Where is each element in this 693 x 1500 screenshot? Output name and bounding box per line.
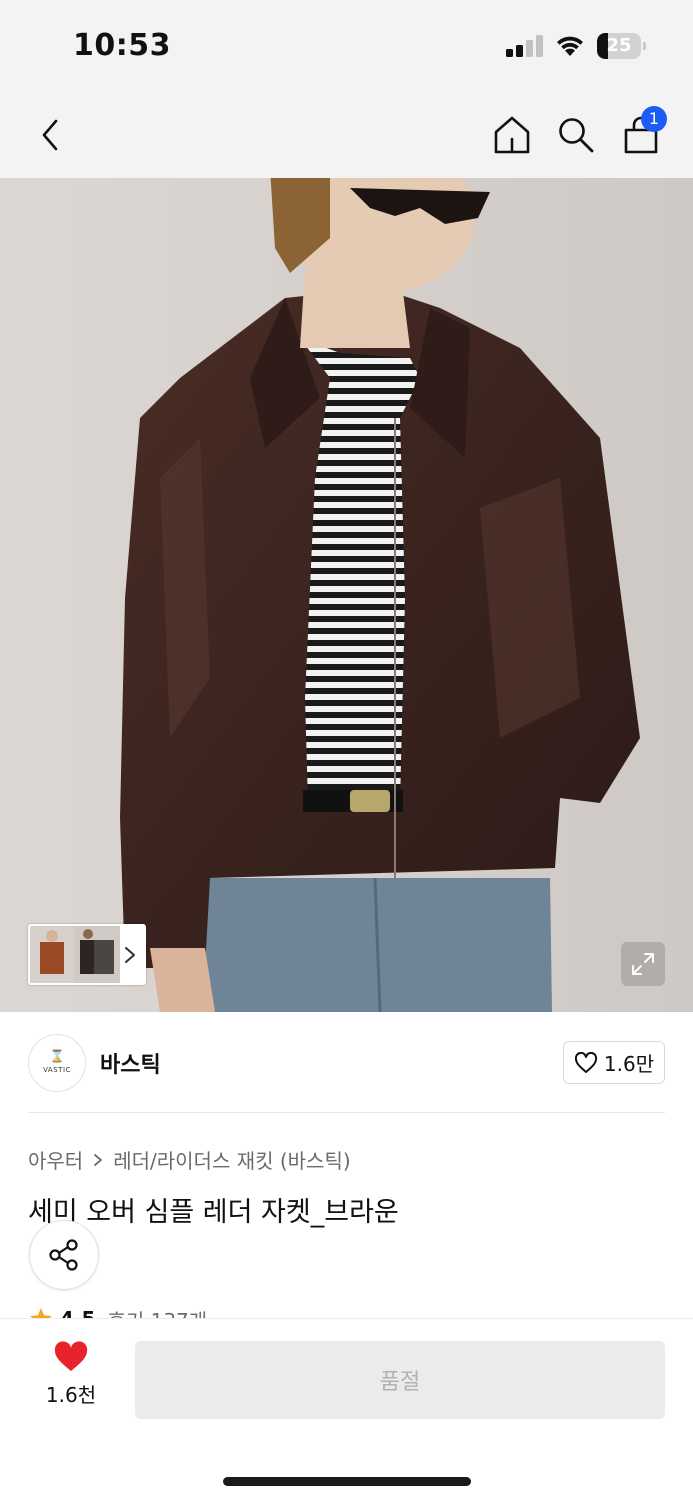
- product-title: 세미 오버 심플 레더 자켓_브라운: [28, 1197, 399, 1228]
- battery-body: 25: [597, 33, 641, 59]
- chevron-left-icon: [42, 119, 58, 151]
- home-button[interactable]: [490, 92, 534, 178]
- brand-logo-mark: ⌛: [49, 1049, 65, 1063]
- heart-outline-icon: [574, 1051, 597, 1073]
- expand-icon: [632, 953, 654, 975]
- bottom-action-bar: 1.6천 품절: [0, 1318, 693, 1500]
- status-bar: 10:53 25: [0, 0, 693, 92]
- heart-filled-icon: [54, 1341, 88, 1371]
- breadcrumb-category[interactable]: 아우터: [28, 1145, 83, 1174]
- status-time: 10:53: [73, 28, 171, 63]
- cart-button[interactable]: 1: [617, 92, 667, 178]
- breadcrumb-subcategory[interactable]: 레더/라이더스 재킷 (바스틱): [113, 1145, 350, 1174]
- cart-badge: 1: [641, 106, 667, 132]
- soldout-button[interactable]: 품절: [135, 1341, 665, 1419]
- brand-name[interactable]: 바스틱: [100, 1047, 161, 1079]
- search-icon: [559, 118, 594, 153]
- product-image[interactable]: [0, 178, 693, 1012]
- search-button[interactable]: [554, 92, 598, 178]
- product-detail-page: 10:53 25 1 ⌛ VASTIC 바스틱 1.6만 아우터 레더/라이더스…: [0, 0, 693, 1500]
- divider: [28, 1112, 665, 1113]
- share-icon: [49, 1239, 78, 1271]
- brand-logo[interactable]: ⌛ VASTIC: [28, 1034, 86, 1092]
- product-photo: [0, 178, 693, 1012]
- breadcrumb: 아우터 레더/라이더스 재킷 (바스틱): [28, 1145, 351, 1174]
- cellular-signal-icon: [506, 35, 543, 57]
- like-count: 1.6천: [45, 1383, 97, 1407]
- battery-percent: 25: [606, 35, 632, 56]
- battery-indicator: 25: [597, 33, 647, 59]
- brand-logo-text: VASTIC: [43, 1066, 71, 1074]
- battery-tip: [643, 42, 646, 50]
- chevron-right-icon: [125, 947, 135, 963]
- expand-image-button[interactable]: [621, 942, 665, 986]
- thumbnail-images: [30, 926, 120, 983]
- brand-like-button[interactable]: 1.6만: [563, 1041, 665, 1084]
- share-button[interactable]: [29, 1220, 99, 1290]
- home-indicator: [223, 1477, 471, 1486]
- brand-like-count: 1.6만: [603, 1052, 655, 1076]
- image-thumbnail-strip[interactable]: [28, 924, 146, 985]
- back-button[interactable]: [28, 92, 72, 178]
- like-button[interactable]: 1.6천: [28, 1341, 114, 1411]
- chevron-right-icon: [94, 1153, 103, 1166]
- wifi-icon: [557, 36, 583, 56]
- nav-bar: 1: [0, 92, 693, 178]
- home-icon: [494, 116, 530, 154]
